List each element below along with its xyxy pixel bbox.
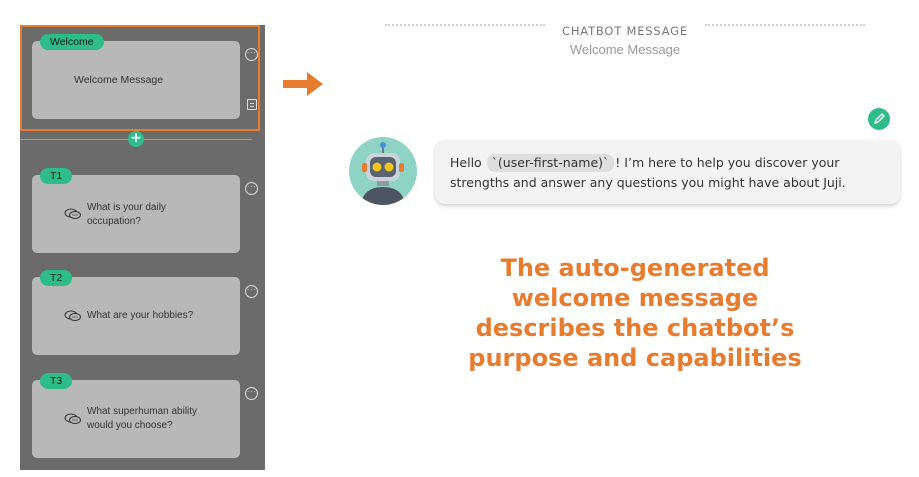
more-options-icon[interactable]: ··· bbox=[245, 285, 258, 298]
caption-line3: describes the chatbot’s bbox=[475, 314, 795, 342]
caption-line1: The auto-generated bbox=[500, 254, 770, 282]
caption-line4: purpose and capabilities bbox=[468, 344, 802, 372]
topic-question: What are your hobbies? bbox=[87, 309, 193, 323]
pencil-icon bbox=[874, 113, 885, 124]
topic-tag-t1: T1 bbox=[40, 168, 73, 184]
more-options-icon[interactable]: ··· bbox=[245, 48, 258, 61]
topic-tag-t3: T3 bbox=[40, 373, 73, 389]
welcome-card-text: Welcome Message bbox=[74, 74, 164, 86]
message-line1-rest: ! I’m here to help you discover your bbox=[615, 155, 840, 170]
message-header: CHATBOT MESSAGE Welcome Message bbox=[385, 24, 865, 57]
arrow-right-icon bbox=[283, 72, 323, 96]
more-options-icon[interactable]: ··· bbox=[245, 182, 258, 195]
topic-question: What is your daily occupation? bbox=[87, 201, 166, 229]
topic-card-t2[interactable]: What are your hobbies? bbox=[32, 277, 240, 355]
message-header-subtitle: Welcome Message bbox=[569, 42, 681, 57]
chat-bubbles-icon bbox=[64, 208, 81, 219]
annotation-caption: The auto-generated welcome message descr… bbox=[455, 253, 815, 373]
chat-bubbles-icon bbox=[64, 310, 81, 321]
topic-panel: Welcome Message Welcome ··· + What is yo… bbox=[20, 25, 265, 470]
topic-question-line1: What are your hobbies? bbox=[87, 310, 194, 321]
topic-card-t3[interactable]: What superhuman ability would you choose… bbox=[32, 380, 240, 458]
note-icon[interactable] bbox=[247, 99, 257, 110]
message-prefix: Hello bbox=[450, 155, 486, 170]
caption-line2: welcome message bbox=[511, 284, 759, 312]
chat-bubbles-icon bbox=[64, 413, 81, 424]
topic-question: What superhuman ability would you choose… bbox=[87, 405, 197, 433]
topic-question-line1: What superhuman ability bbox=[87, 406, 198, 417]
user-name-variable: `(user-first-name)` bbox=[486, 154, 615, 172]
topic-tag-t2: T2 bbox=[40, 270, 73, 286]
topic-question-line1: What is your daily bbox=[87, 202, 166, 213]
topic-card-t1[interactable]: What is your daily occupation? bbox=[32, 175, 240, 253]
add-topic-button[interactable]: + bbox=[128, 131, 144, 147]
topic-question-line2: would you choose? bbox=[87, 420, 173, 431]
message-line2: strengths and answer any questions you m… bbox=[450, 175, 846, 190]
welcome-card[interactable]: Welcome Message bbox=[32, 41, 240, 119]
chatbot-avatar bbox=[349, 137, 417, 205]
message-header-title: CHATBOT MESSAGE bbox=[562, 24, 688, 38]
edit-message-button[interactable] bbox=[868, 108, 890, 130]
chatbot-message-bubble: Hello `(user-first-name)`! I’m here to h… bbox=[435, 140, 900, 204]
more-options-icon[interactable]: ··· bbox=[245, 387, 258, 400]
robot-avatar-icon bbox=[361, 142, 405, 205]
welcome-tag: Welcome bbox=[40, 34, 104, 50]
topic-question-line2: occupation? bbox=[87, 216, 141, 227]
